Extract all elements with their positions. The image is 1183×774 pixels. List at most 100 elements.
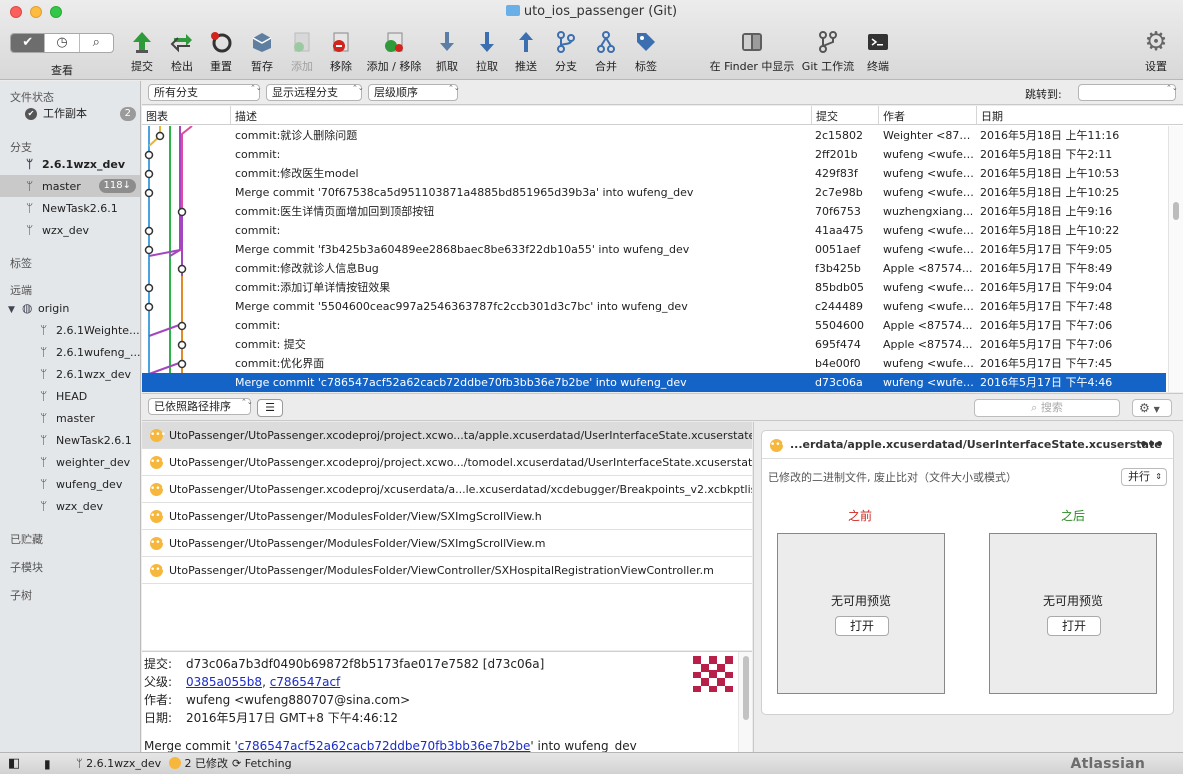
pull-button[interactable]: 拉取	[473, 28, 501, 74]
before-preview-box: 无可用预览 打开	[777, 533, 945, 694]
clock-icon[interactable]: ◷	[45, 34, 80, 52]
column-header-date[interactable]: 日期	[981, 108, 1003, 124]
sidebar-item-origin[interactable]: ▼ ◍ origin	[0, 297, 140, 319]
file-row[interactable]: ••• UtoPassenger/UtoPassenger.xcodeproj/x…	[142, 476, 752, 503]
checkout-icon	[168, 28, 196, 56]
sidebar-item-branch-2.6.1wzx_dev[interactable]: ᛘ 2.6.1wzx_dev	[0, 153, 140, 175]
order-popup[interactable]: 层级顺序	[368, 84, 458, 101]
commit-row[interactable]: commit:就诊人删除问题 2c15802 Weighter <875... 201…	[142, 126, 1166, 145]
binary-file-message: 已修改的二进制文件, 废止比对（文件大小或模式）	[768, 471, 1017, 484]
stash-button[interactable]: 暂存	[248, 28, 276, 74]
sidebar-item-remote-branch[interactable]: ᛘ master	[0, 407, 140, 429]
more-actions-button[interactable]: •••	[1139, 431, 1164, 459]
merge-button[interactable]: 合并	[592, 28, 620, 74]
file-row[interactable]: ••• UtoPassenger/UtoPassenger/ModulesFold…	[142, 557, 752, 584]
scrollbar-thumb[interactable]	[1173, 202, 1179, 220]
file-row-selected[interactable]: ••• UtoPassenger/UtoPassenger.xcodeproj/p…	[142, 422, 752, 449]
commit-link[interactable]: c786547acf52a62cacb72ddbe70fb3bb36e7b2be	[238, 739, 531, 753]
commit-row[interactable]: commit:优化界面 b4e00f0 wufeng <wufen... 2016年5…	[142, 354, 1166, 373]
sidebar-item-remote-branch[interactable]: ᛘ weighter_dev	[0, 451, 140, 473]
file-row[interactable]: ••• UtoPassenger/UtoPassenger/ModulesFold…	[142, 530, 752, 557]
add-button[interactable]: 添加	[288, 28, 316, 74]
tag-button[interactable]: 标签	[632, 28, 660, 74]
checkmark-icon[interactable]: ✔	[11, 34, 46, 52]
sidebar-header-stashes[interactable]: 已贮藏	[10, 531, 43, 547]
diff-file-header: ••• ...erdata/apple.xcuserdatad/UserInte…	[762, 431, 1173, 459]
commit-row[interactable]: commit:修改就诊人信息Bug f3b425b Apple <87574... 2…	[142, 259, 1166, 278]
commit-history-table: 图表 描述 提交 作者 日期 commit:就诊人删除问题 2c15802 We…	[142, 106, 1183, 392]
sidebar-item-remote-branch[interactable]: ᛘ wufeng_dev	[0, 473, 140, 495]
file-options-button[interactable]: ⚙ ▼	[1132, 399, 1172, 417]
commit-row[interactable]: commit: 41aa475 wufeng <wufen... 2016年5月18日…	[142, 221, 1166, 240]
search-icon[interactable]: ⌕	[80, 34, 113, 52]
sidebar-item-working-copy[interactable]: ✔ 工作副本 2	[0, 103, 140, 125]
commit-row[interactable]: commit: 5504600 Apple <87574... 2016年5月17日 …	[142, 316, 1166, 335]
sidebar-item-remote-branch[interactable]: ᛘ wzx_dev	[0, 495, 140, 517]
commit-row[interactable]: Merge commit '70f67538ca5d951103871a4885…	[142, 183, 1166, 202]
column-header-commit[interactable]: 提交	[816, 108, 838, 124]
sidebar-item-branch-master[interactable]: ᛘ master 118↓	[0, 175, 140, 197]
modified-icon: •••	[150, 429, 166, 442]
add-remove-icon	[380, 28, 408, 56]
sidebar-item-branch-wzx_dev[interactable]: ᛘ wzx_dev	[0, 219, 140, 241]
window-title: uto_ios_passenger (Git)	[0, 4, 1183, 19]
branch-icon: ᛘ	[76, 757, 87, 770]
commit-row[interactable]: commit: 2ff201b wufeng <wufen... 2016年5月18日…	[142, 145, 1166, 164]
push-button[interactable]: 推送	[512, 28, 540, 74]
branch-icon: ᛘ	[26, 223, 34, 237]
sidebar-header-tags[interactable]: 标签	[10, 255, 32, 271]
sort-by-path-popup[interactable]: 已依照路径排序	[148, 398, 251, 415]
jump-to-popup[interactable]	[1078, 84, 1176, 101]
sidebar-item-remote-branch[interactable]: ᛘ 2.6.1wufeng_...	[0, 341, 141, 363]
commit-button[interactable]: 提交	[128, 28, 156, 74]
branches-filter-popup[interactable]: 所有分支	[148, 84, 260, 101]
file-row[interactable]: ••• UtoPassenger/UtoPassenger/ModulesFold…	[142, 503, 752, 530]
column-header-author[interactable]: 作者	[883, 108, 905, 124]
sidebar-header-submodules[interactable]: 子模块	[10, 559, 43, 575]
sidebar-toggle-icon[interactable]: ◧	[8, 753, 20, 774]
commit-row[interactable]: commit:修改医生model 429f83f wufeng <wufen... 2…	[142, 164, 1166, 183]
open-after-button[interactable]: 打开	[1047, 616, 1101, 636]
column-header-graph[interactable]: 图表	[146, 108, 168, 124]
git-flow-button[interactable]: Git 工作流	[800, 28, 856, 74]
commit-row[interactable]: Merge commit '5504600ceac997a2546363787f…	[142, 297, 1166, 316]
sidebar-item-branch-newtask[interactable]: ᛘ NewTask2.6.1	[0, 197, 140, 219]
sidebar-item-remote-branch[interactable]: ᛘ 2.6.1Weighte...	[0, 319, 140, 341]
branch-button[interactable]: 分支	[552, 28, 580, 74]
view-mode-segmented-control[interactable]: ✔ ◷ ⌕	[10, 33, 114, 53]
commit-row[interactable]: commit:医生详情页面增加回到顶部按钮 70f6753 wuzhengxiang…	[142, 202, 1166, 221]
remote-branches-popup[interactable]: 显示远程分支	[266, 84, 362, 101]
checkout-button[interactable]: 检出	[168, 28, 196, 74]
settings-button[interactable]: ⚙ 设置	[1141, 27, 1171, 74]
commit-row[interactable]: commit:添加订单详情按钮效果 85bdb05 wufeng <wufen...…	[142, 278, 1166, 297]
remove-button[interactable]: 移除	[327, 28, 355, 74]
commit-table-scrollbar[interactable]	[1168, 126, 1183, 392]
sidebar-item-remote-branch[interactable]: ᛘ 2.6.1wzx_dev	[0, 363, 140, 385]
column-header-description[interactable]: 描述	[235, 108, 257, 124]
sidebar-item-remote-branch[interactable]: ᛘ HEAD	[0, 385, 140, 407]
fetch-button[interactable]: 抓取	[433, 28, 461, 74]
sidebar-item-remote-branch[interactable]: ᛘ NewTask2.6.1	[0, 429, 140, 451]
commit-row-selected[interactable]: Merge commit 'c786547acf52a62cacb72ddbe7…	[142, 373, 1166, 392]
list-view-button[interactable]: ☰	[257, 399, 283, 417]
commit-row[interactable]: Merge commit 'f3b425b3a60489ee2868baec8b…	[142, 240, 1166, 259]
branch-icon: ᛘ	[40, 389, 48, 403]
diff-mode-popup[interactable]: 并行 ⇕	[1121, 468, 1167, 486]
details-scrollbar[interactable]	[738, 652, 752, 753]
parent-commit-link[interactable]: c786547acf	[270, 675, 341, 689]
parent-commit-link[interactable]: 0385a055b8	[186, 675, 262, 689]
scrollbar-thumb[interactable]	[743, 656, 749, 720]
file-search-input[interactable]: ⌕ 搜索	[974, 399, 1120, 417]
open-before-button[interactable]: 打开	[835, 616, 889, 636]
modified-icon: •••	[150, 537, 166, 550]
add-remove-button[interactable]: 添加 / 移除	[364, 28, 424, 74]
panel-toggle-icon[interactable]: ▮	[44, 753, 51, 774]
commit-message: Merge commit 'c786547acf52a62cacb72ddbe7…	[144, 739, 637, 753]
sidebar-header-subtrees[interactable]: 子树	[10, 587, 32, 603]
disclosure-triangle-icon[interactable]: ▼	[8, 299, 18, 321]
show-in-finder-button[interactable]: 在 Finder 中显示	[706, 28, 798, 74]
terminal-button[interactable]: 终端	[864, 28, 892, 74]
reset-button[interactable]: 重置	[207, 28, 235, 74]
file-row[interactable]: ••• UtoPassenger/UtoPassenger.xcodeproj/p…	[142, 449, 752, 476]
commit-row[interactable]: commit: 提交 695f474 Apple <87574... 2016年5月1…	[142, 335, 1166, 354]
